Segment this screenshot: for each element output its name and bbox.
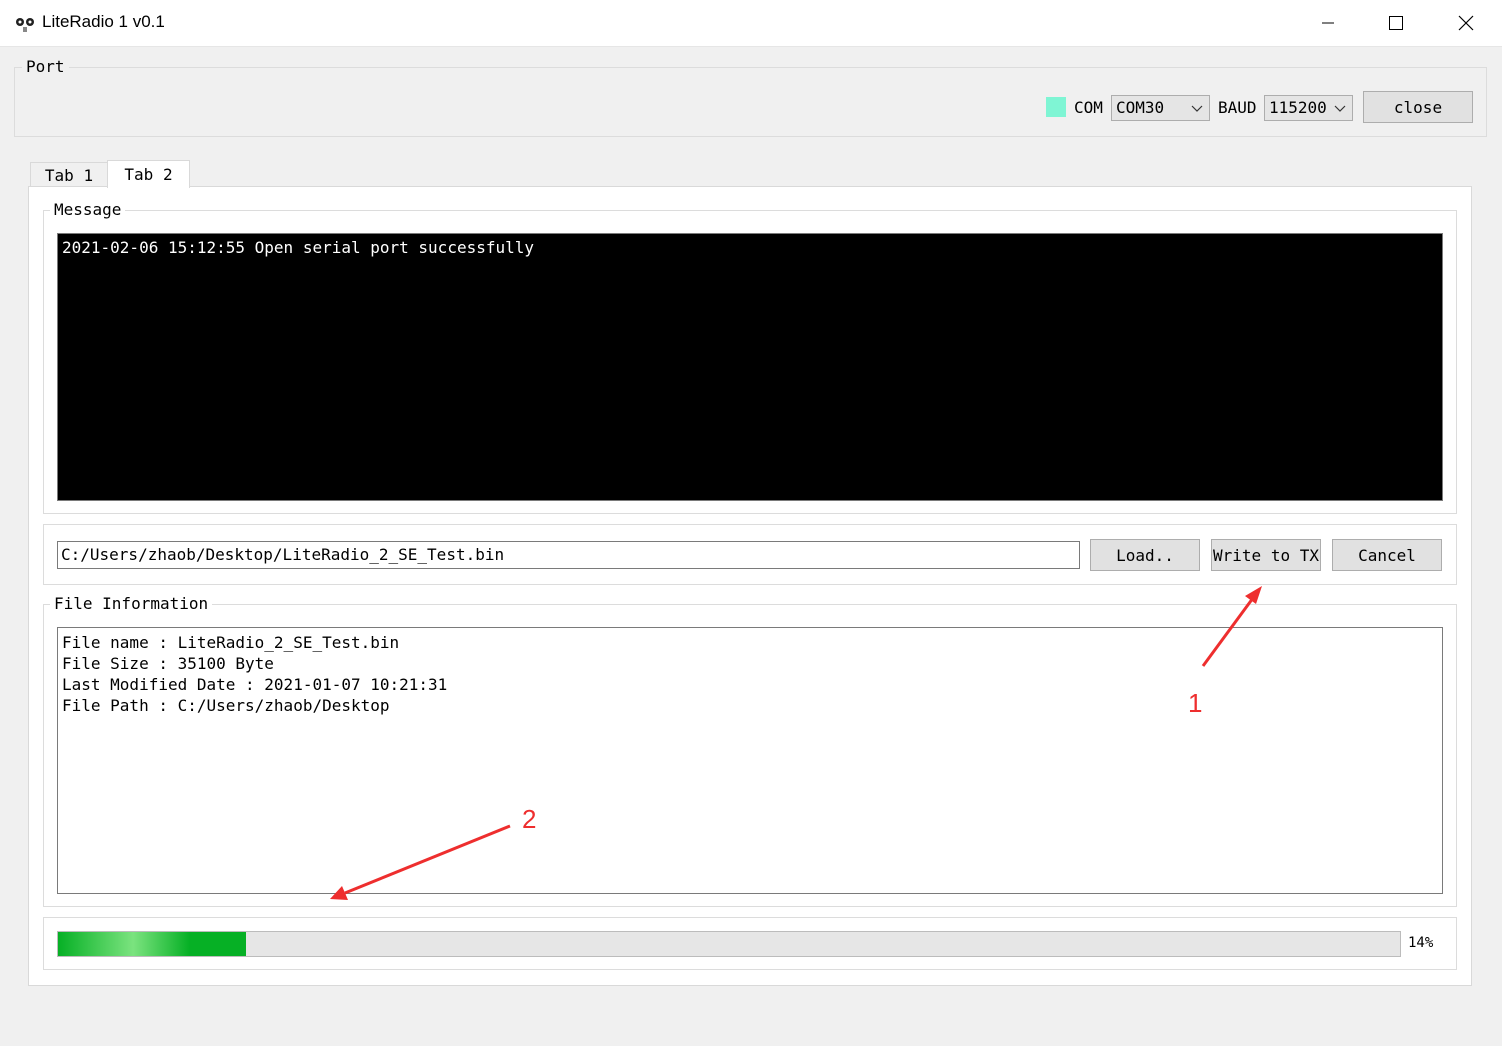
- annotation-label-2: 2: [522, 804, 537, 834]
- annotation-arrows: [330, 586, 1262, 900]
- annotation-arrow-2: [344, 824, 511, 895]
- annotation-arrowhead-1: [1245, 586, 1262, 604]
- annotation-label-1: 1: [1188, 688, 1203, 718]
- annotation-arrow-1: [1201, 597, 1255, 667]
- tab-2[interactable]: Tab 2: [107, 160, 190, 188]
